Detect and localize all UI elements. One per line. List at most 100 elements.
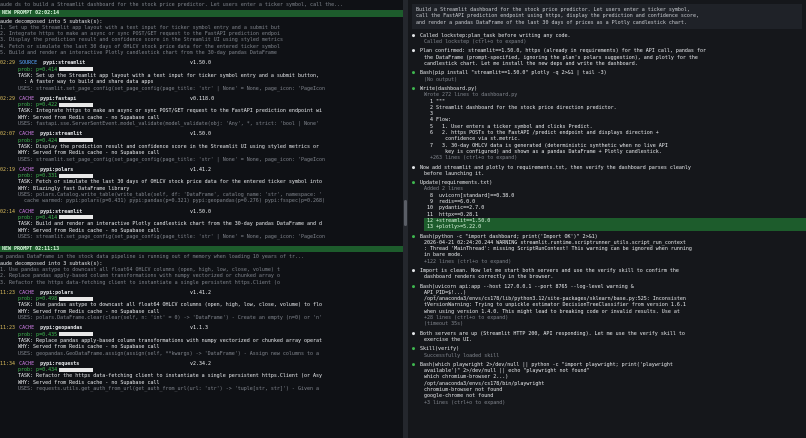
package-name: pypi:requests [40, 360, 80, 367]
entry-uses: USES: requests.utils.get_auth_from_url(g… [18, 386, 320, 393]
expand-toggle[interactable]: Called lockstep (ctrl+o to expand) [412, 39, 806, 45]
log-entry: 02:29 CACHE pypi:fastapi v0.118.0 prob: p=0.… [0, 96, 403, 127]
prob-value: prob: p=0.435 [18, 331, 58, 338]
source-badge: CACHE [19, 208, 35, 215]
source-badge: CACHE [19, 166, 35, 173]
prob-bar [59, 332, 94, 337]
package-name: pypi:streamlit [40, 208, 83, 215]
success-dot-icon: ● [412, 180, 416, 187]
quote-line: and render a pandas DataFrame of the las… [416, 19, 687, 26]
success-dot-icon: ● [412, 361, 416, 368]
package-version: v1.50.0 [190, 131, 212, 138]
tool-output: (No output) [424, 76, 458, 83]
entry-time: 02:14 [0, 208, 16, 215]
bullet-icon: ● [412, 267, 416, 274]
prob-bar [59, 367, 94, 372]
subtask-item: 3. Refactor the https data-fetching clie… [0, 279, 280, 286]
bullet-icon: ● [412, 164, 416, 171]
source-badge: CACHE [19, 131, 35, 138]
prob-bar [59, 215, 94, 220]
expand-toggle[interactable]: +122 lines (ctrl+o to expand) [424, 259, 806, 265]
log-entry: 11:23 CACHE pypi:geopandas v1.1.3 prob: p=0.… [0, 325, 403, 356]
now-add-message: ● Now add streamlit and plotly to require… [412, 165, 806, 178]
prob-value: prob: p=0.424 [18, 137, 58, 144]
package-version: v0.118.0 [190, 95, 215, 102]
source-badge: CACHE [19, 325, 35, 332]
terminal-window: aude ds to build a Streamlit dashboard f… [0, 0, 806, 438]
entry-header: 11:23 CACHE pypi:polars v1.41.2 [0, 290, 403, 296]
prob-bar [59, 296, 94, 301]
entry-header: 02:07 CACHE pypi:streamlit v1.50.0 [0, 131, 403, 137]
prob-value: prob: p=0.422 [18, 102, 58, 109]
prob-bar [59, 173, 94, 178]
package-version: v2.34.2 [190, 360, 212, 367]
success-dot-icon: ● [412, 346, 416, 353]
package-name: pypi:streamlit [40, 131, 83, 138]
source-badge: SOURCE [19, 60, 38, 67]
entry-uses: USES: streamlit.set_page_config(set_page… [18, 233, 326, 240]
both-up-message: ● Both servers are up (Streamlit HTTP 200… [412, 331, 806, 344]
source-badge: CACHE [19, 95, 35, 102]
message-line: dashboard renders correctly in the brows… [424, 274, 554, 281]
success-dot-icon: ● [412, 233, 416, 240]
entry-header: 11:34 CACHE pypi:requests v2.34.2 [0, 361, 403, 367]
left-log-pane[interactable]: aude ds to build a Streamlit dashboard f… [0, 0, 403, 438]
bash-playwright: ● Bash(which playwright 2>/dev/null || py… [412, 362, 806, 406]
package-version: v1.41.2 [190, 166, 212, 173]
entry-time: 11:23 [0, 289, 16, 296]
entry-uses: USES: streamlit.set_page_config(set_page… [18, 156, 326, 163]
entry-time: 11:34 [0, 360, 16, 367]
prompt1-header: NEW PROMPT 02:02:14 [0, 10, 403, 17]
package-name: pypi:polars [40, 166, 74, 173]
package-name: pypi:fastapi [40, 95, 77, 102]
user-prompt-quote: Build a Streamlit dashboard for the stoc… [412, 4, 802, 29]
diff-added-line: 13 +plotly>=5.22.0 [424, 224, 806, 231]
bullet-icon: ● [412, 330, 416, 337]
cache-warmed: cache warmed: pypi:polars(p=0.431) pypi:… [18, 198, 326, 205]
package-name: pypi:geopandas [40, 325, 83, 332]
expand-toggle[interactable]: +263 lines (ctrl+o to expand) [424, 155, 806, 161]
tool-output: Successfully loaded skill [424, 352, 500, 359]
right-chat-pane[interactable]: Build a Streamlit dashboard for the stoc… [408, 0, 806, 438]
entry-uses: USES: streamlit.set_page_config(set_page… [18, 85, 326, 92]
entry-time: 02:07 [0, 131, 16, 138]
package-version: v1.41.2 [190, 289, 212, 296]
package-name: pypi:streamlit [43, 60, 86, 67]
update-requirements: ● Update(requirements.txt) Added 2 lines … [412, 180, 806, 231]
prob-value: prob: p=0.414 [18, 66, 58, 73]
success-dot-icon: ● [412, 283, 416, 290]
success-dot-icon: ● [412, 70, 416, 77]
skill-verify: ● Skill(verify) Successfully loaded skill [412, 346, 806, 359]
prob-value: prob: p=0.414 [18, 214, 58, 221]
called-lockstep: ● Called lockstep:plan_task before writin… [412, 33, 806, 46]
prob-value: prob: p=0.498 [18, 296, 58, 303]
success-dot-icon: ● [412, 85, 416, 92]
prob-value: prob: p=0.434 [18, 367, 58, 374]
prompt1-preview: aude ds to build a Streamlit dashboard f… [0, 2, 344, 8]
package-version: v1.50.0 [190, 208, 212, 215]
entry-time: 02:19 [0, 166, 16, 173]
bash-import-check: ● Bash(python -c "import dashboard; print… [412, 234, 806, 265]
entry-time: 02:29 [0, 95, 16, 102]
message-line: before launching it. [424, 170, 485, 177]
entry-header: 02:29 SOURCE pypi:streamlit v1.50.0 [0, 60, 403, 66]
prob-bar [59, 67, 94, 72]
expand-toggle[interactable]: +3 lines (ctrl+o to expand) [424, 400, 806, 406]
plan-message: ● Plan confirmed: streamlit==1.50.0, http… [412, 48, 806, 67]
entry-time: 02:29 [0, 60, 16, 67]
source-badge: CACHE [19, 289, 35, 296]
prob-value: prob: p=0.331 [18, 173, 58, 180]
log-entry: 02:29 SOURCE pypi:streamlit v1.50.0 prob: p=… [0, 60, 403, 91]
message-line: exercise the UI. [424, 336, 473, 343]
divider-handle[interactable] [404, 200, 407, 226]
entry-time: 11:23 [0, 325, 16, 332]
log-entry: 02:14 CACHE pypi:streamlit v1.50.0 prob: p=0… [0, 209, 403, 240]
subtask-item: 5. Build and render an interactive Plotl… [0, 50, 277, 57]
log-entry: 11:34 CACHE pypi:requests v2.34.2 prob: p=0.… [0, 361, 403, 392]
entry-header: 02:14 CACHE pypi:streamlit v1.50.0 [0, 209, 403, 215]
entry-uses: USES: polars.DataFrame.clear(clear(self,… [18, 315, 323, 322]
bash-uvicorn: ● Bash(uvicorn api:app --host 127.0.0.1 -… [412, 284, 806, 328]
entry-uses: USES: geopandas.GeoDataFrame.assign(assi… [18, 350, 320, 357]
package-name: pypi:polars [40, 289, 74, 296]
bash-pip-install: ● Bash(pip install "streamlit==1.50.0" pl… [412, 70, 806, 83]
